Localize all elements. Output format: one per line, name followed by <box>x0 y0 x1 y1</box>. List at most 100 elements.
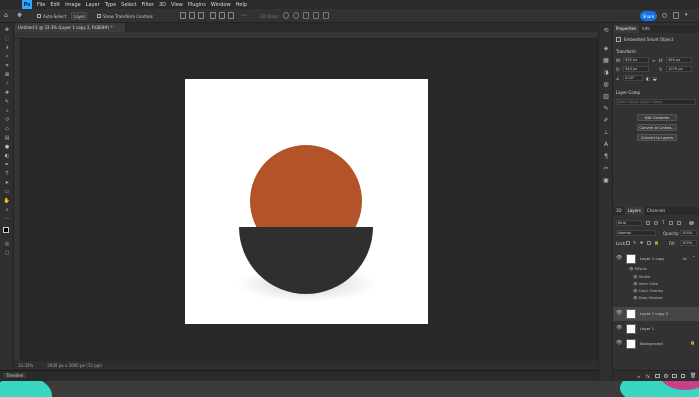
quick-mask-icon[interactable]: ◎ <box>3 241 11 247</box>
effects-eye-icon[interactable]: 👁 <box>629 267 634 271</box>
y-field[interactable]: 1079 px <box>666 66 692 72</box>
libraries-icon[interactable]: ▦ <box>602 57 610 64</box>
brush-settings-icon[interactable]: ✐ <box>602 117 610 124</box>
lock-position-icon[interactable]: ✥ <box>640 240 643 245</box>
document-info[interactable]: 2000 px x 2000 px (72 ppi) <box>47 363 102 368</box>
eraser-tool-icon[interactable]: ◇ <box>3 126 11 132</box>
adjustment-layer-icon[interactable] <box>664 374 668 378</box>
tab-channels[interactable]: Channels <box>644 207 669 215</box>
history-icon[interactable]: ⟲ <box>602 27 610 34</box>
new-group-icon[interactable] <box>672 374 677 378</box>
link-layers-icon[interactable]: ∞ <box>637 374 640 379</box>
tab-properties[interactable]: Properties <box>613 25 640 33</box>
frame-tool-icon[interactable]: ⊠ <box>3 72 11 78</box>
glyphs-icon[interactable]: ▣ <box>602 177 610 184</box>
menu-plugins[interactable]: Plugins <box>188 2 206 8</box>
blend-mode-dropdown[interactable]: Normal <box>616 230 656 236</box>
align-left-icon[interactable] <box>180 12 186 19</box>
convert-to-linked-button[interactable]: Convert to Linked... <box>637 124 677 131</box>
align-middle-icon[interactable] <box>219 12 225 19</box>
menu-3d[interactable]: 3D <box>159 2 166 8</box>
home-icon[interactable]: ⌂ <box>4 12 10 19</box>
effect-row[interactable]: 👁 Stroke <box>633 275 650 279</box>
document-tab[interactable]: Untitled-1 @ 33.3% (Layer 1 copy 2, RGB/… <box>14 23 126 32</box>
history-brush-tool-icon[interactable]: ↺ <box>3 117 11 123</box>
visibility-eye-icon[interactable]: 👁 <box>616 311 622 316</box>
color-icon[interactable]: ◍ <box>602 81 610 88</box>
filter-shape-icon[interactable] <box>669 221 673 225</box>
menu-view[interactable]: View <box>171 2 183 8</box>
brush-tool-icon[interactable]: ✎ <box>3 99 11 105</box>
menu-select[interactable]: Select <box>121 2 136 8</box>
opacity-field[interactable]: 100% <box>680 230 697 236</box>
path-selection-tool-icon[interactable]: ➤ <box>3 180 11 186</box>
effect-eye-icon[interactable]: 👁 <box>633 275 638 279</box>
effect-row[interactable]: 👁 Drop Shadow <box>633 296 663 300</box>
lock-image-icon[interactable]: ✎ <box>633 240 636 245</box>
link-icon[interactable]: ∞ <box>652 58 655 63</box>
adjustments-icon[interactable]: ◑ <box>602 69 610 76</box>
convert-to-layers-button[interactable]: Convert to Layers <box>637 134 677 141</box>
3d-roll-icon[interactable] <box>293 12 299 19</box>
more-tools-icon[interactable]: ⋯ <box>3 216 11 222</box>
effect-row[interactable]: 👁 Inner Glow <box>633 282 658 286</box>
layer-row[interactable]: 👁 Layer 1 <box>613 322 699 336</box>
flip-horizontal-icon[interactable]: ◧ <box>646 76 650 81</box>
ruler-top[interactable] <box>14 32 610 39</box>
filter-type-icon[interactable]: T <box>662 220 664 225</box>
visibility-eye-icon[interactable]: 👁 <box>616 256 622 261</box>
auto-select-checkbox[interactable]: Auto-Select <box>35 12 68 20</box>
effect-eye-icon[interactable]: 👁 <box>633 282 638 286</box>
crop-tool-icon[interactable]: ⌗ <box>3 63 11 69</box>
dodge-tool-icon[interactable]: ◐ <box>3 153 11 159</box>
type-tool-icon[interactable]: T <box>3 171 11 177</box>
layer-row-selected[interactable]: 👁 Layer 1 copy 2 <box>613 307 699 321</box>
filter-pixel-icon[interactable] <box>646 221 650 225</box>
new-layer-icon[interactable] <box>681 374 685 378</box>
layer-row[interactable]: 👁 Background 🔒 <box>613 337 699 351</box>
fx-badge[interactable]: fx <box>683 256 687 261</box>
3d-pan-icon[interactable] <box>303 12 309 19</box>
layer-comp-dropdown[interactable]: Don't Apply Layer Comp <box>616 99 696 105</box>
clone-stamp-tool-icon[interactable]: ⊥ <box>3 108 11 114</box>
layer-name[interactable]: Background <box>640 341 663 346</box>
magic-wand-tool-icon[interactable]: ✧ <box>3 54 11 60</box>
menu-help[interactable]: Help <box>236 2 247 8</box>
brushes-icon[interactable]: ✎ <box>602 105 610 112</box>
menu-edit[interactable]: Edit <box>50 2 60 8</box>
width-field[interactable]: 932 px <box>623 57 649 63</box>
gradient-tool-icon[interactable]: ▤ <box>3 135 11 141</box>
lock-artboard-icon[interactable] <box>647 241 651 245</box>
3d-orbit-icon[interactable] <box>283 12 289 19</box>
zoom-tool-icon[interactable]: ⌕ <box>3 207 11 213</box>
rectangle-tool-icon[interactable]: ▭ <box>3 189 11 195</box>
visibility-eye-icon[interactable]: 👁 <box>616 341 622 346</box>
timeline-tab[interactable]: Timeline <box>3 373 27 378</box>
filter-toggle-icon[interactable] <box>689 221 694 225</box>
fill-field[interactable]: 100% <box>680 240 697 246</box>
character-icon[interactable]: A <box>602 141 610 148</box>
foreground-color-swatch[interactable] <box>3 227 9 233</box>
menu-type[interactable]: Type <box>105 2 116 8</box>
menu-image[interactable]: Image <box>65 2 81 8</box>
angle-field[interactable]: 0.00° <box>623 75 643 81</box>
filter-smart-object-icon[interactable] <box>677 221 681 225</box>
add-style-icon[interactable]: fx <box>646 374 650 379</box>
menu-filter[interactable]: Filter <box>142 2 154 8</box>
blur-tool-icon[interactable]: ● <box>3 144 11 150</box>
layer-name[interactable]: Layer 1 copy <box>640 256 664 261</box>
visibility-eye-icon[interactable]: 👁 <box>616 326 622 331</box>
3d-slide-icon[interactable] <box>313 12 319 19</box>
swatches-icon[interactable]: ▥ <box>602 93 610 100</box>
share-button[interactable]: Share <box>640 11 657 21</box>
search-icon[interactable] <box>662 13 667 18</box>
clone-source-icon[interactable]: ⊥ <box>602 129 610 136</box>
delete-layer-icon[interactable]: 🗑 <box>690 373 696 379</box>
effect-row[interactable]: 👁 Color Overlay <box>633 289 663 293</box>
tools-settings-icon[interactable]: ✂ <box>602 165 610 172</box>
zoom-level[interactable]: 33.33% <box>18 363 33 368</box>
expand-effects-chevron-icon[interactable]: ⌃ <box>692 255 695 260</box>
effect-eye-icon[interactable]: 👁 <box>633 296 638 300</box>
pen-tool-icon[interactable]: ✒ <box>3 162 11 168</box>
show-transform-controls-checkbox[interactable]: Show Transform Controls <box>95 12 155 20</box>
